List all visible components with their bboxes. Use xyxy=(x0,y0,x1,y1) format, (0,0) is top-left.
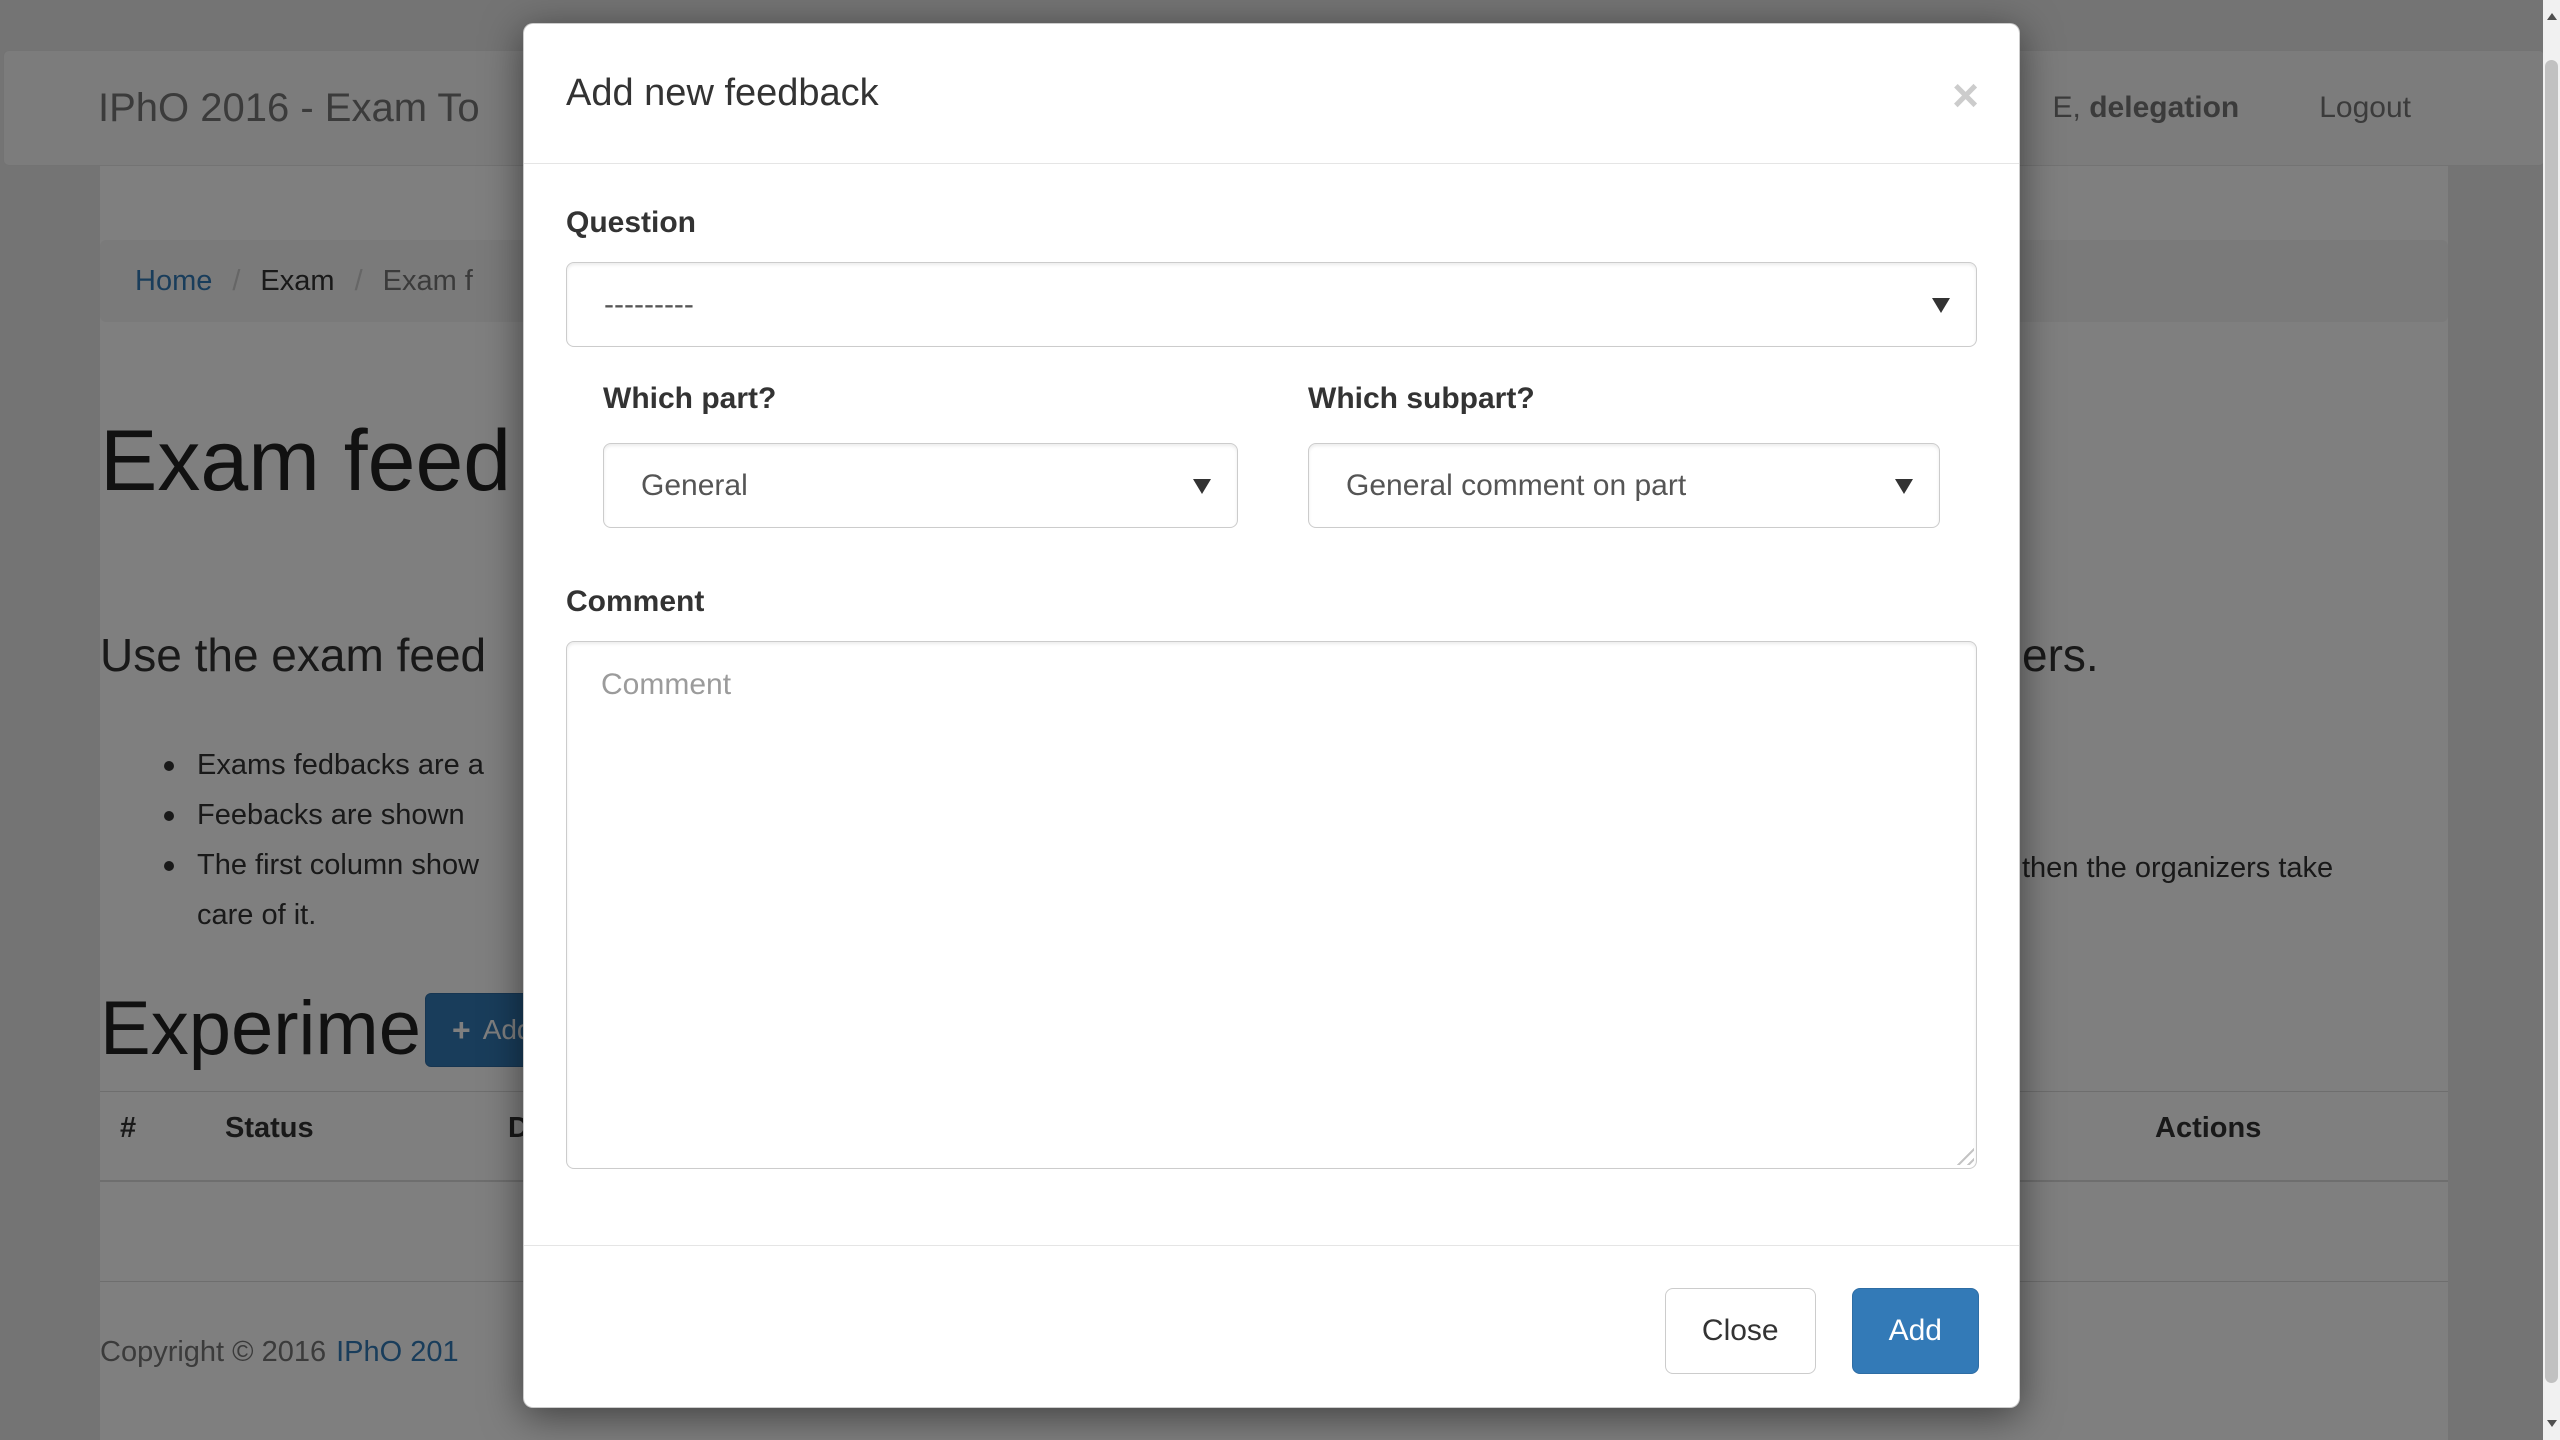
question-select-value: --------- xyxy=(604,288,694,322)
comment-textarea[interactable] xyxy=(566,641,1977,1169)
subpart-column: Which subpart? General comment on part xyxy=(1308,380,1940,528)
modal-body: Question --------- Which part? General W… xyxy=(524,164,2019,1245)
chevron-down-icon xyxy=(1193,479,1211,494)
scrollbar-down-arrow-icon[interactable] xyxy=(2543,1406,2560,1440)
close-button[interactable]: Close xyxy=(1665,1288,1816,1374)
chevron-down-icon xyxy=(1895,479,1913,494)
part-row: Which part? General Which subpart? Gener… xyxy=(566,380,1977,528)
modal-title: Add new feedback xyxy=(566,72,879,115)
question-label: Question xyxy=(566,204,1977,242)
modal-footer: Close Add xyxy=(524,1245,2019,1407)
part-select-value: General xyxy=(641,469,748,503)
scrollbar-up-arrow-icon[interactable] xyxy=(2543,0,2560,34)
chevron-down-icon xyxy=(1932,298,1950,313)
scrollbar-thumb[interactable] xyxy=(2545,60,2558,1383)
close-icon[interactable]: × xyxy=(1952,72,1979,118)
subpart-label: Which subpart? xyxy=(1308,380,1940,418)
add-feedback-modal: Add new feedback × Question --------- Wh… xyxy=(523,23,2020,1408)
modal-header: Add new feedback × xyxy=(524,24,2019,164)
part-label: Which part? xyxy=(603,380,1238,418)
comment-label: Comment xyxy=(566,583,1977,621)
question-select[interactable]: --------- xyxy=(566,262,1977,347)
subpart-select[interactable]: General comment on part xyxy=(1308,443,1940,528)
comment-group: Comment xyxy=(566,583,1977,1169)
screen: IPhO 2016 - Exam To E, delegation Logout… xyxy=(0,0,2560,1440)
subpart-select-value: General comment on part xyxy=(1346,469,1686,503)
scrollbar[interactable] xyxy=(2543,0,2560,1440)
part-select[interactable]: General xyxy=(603,443,1238,528)
comment-wrap xyxy=(566,641,1977,1169)
add-button[interactable]: Add xyxy=(1852,1288,1979,1374)
part-column: Which part? General xyxy=(603,380,1238,528)
